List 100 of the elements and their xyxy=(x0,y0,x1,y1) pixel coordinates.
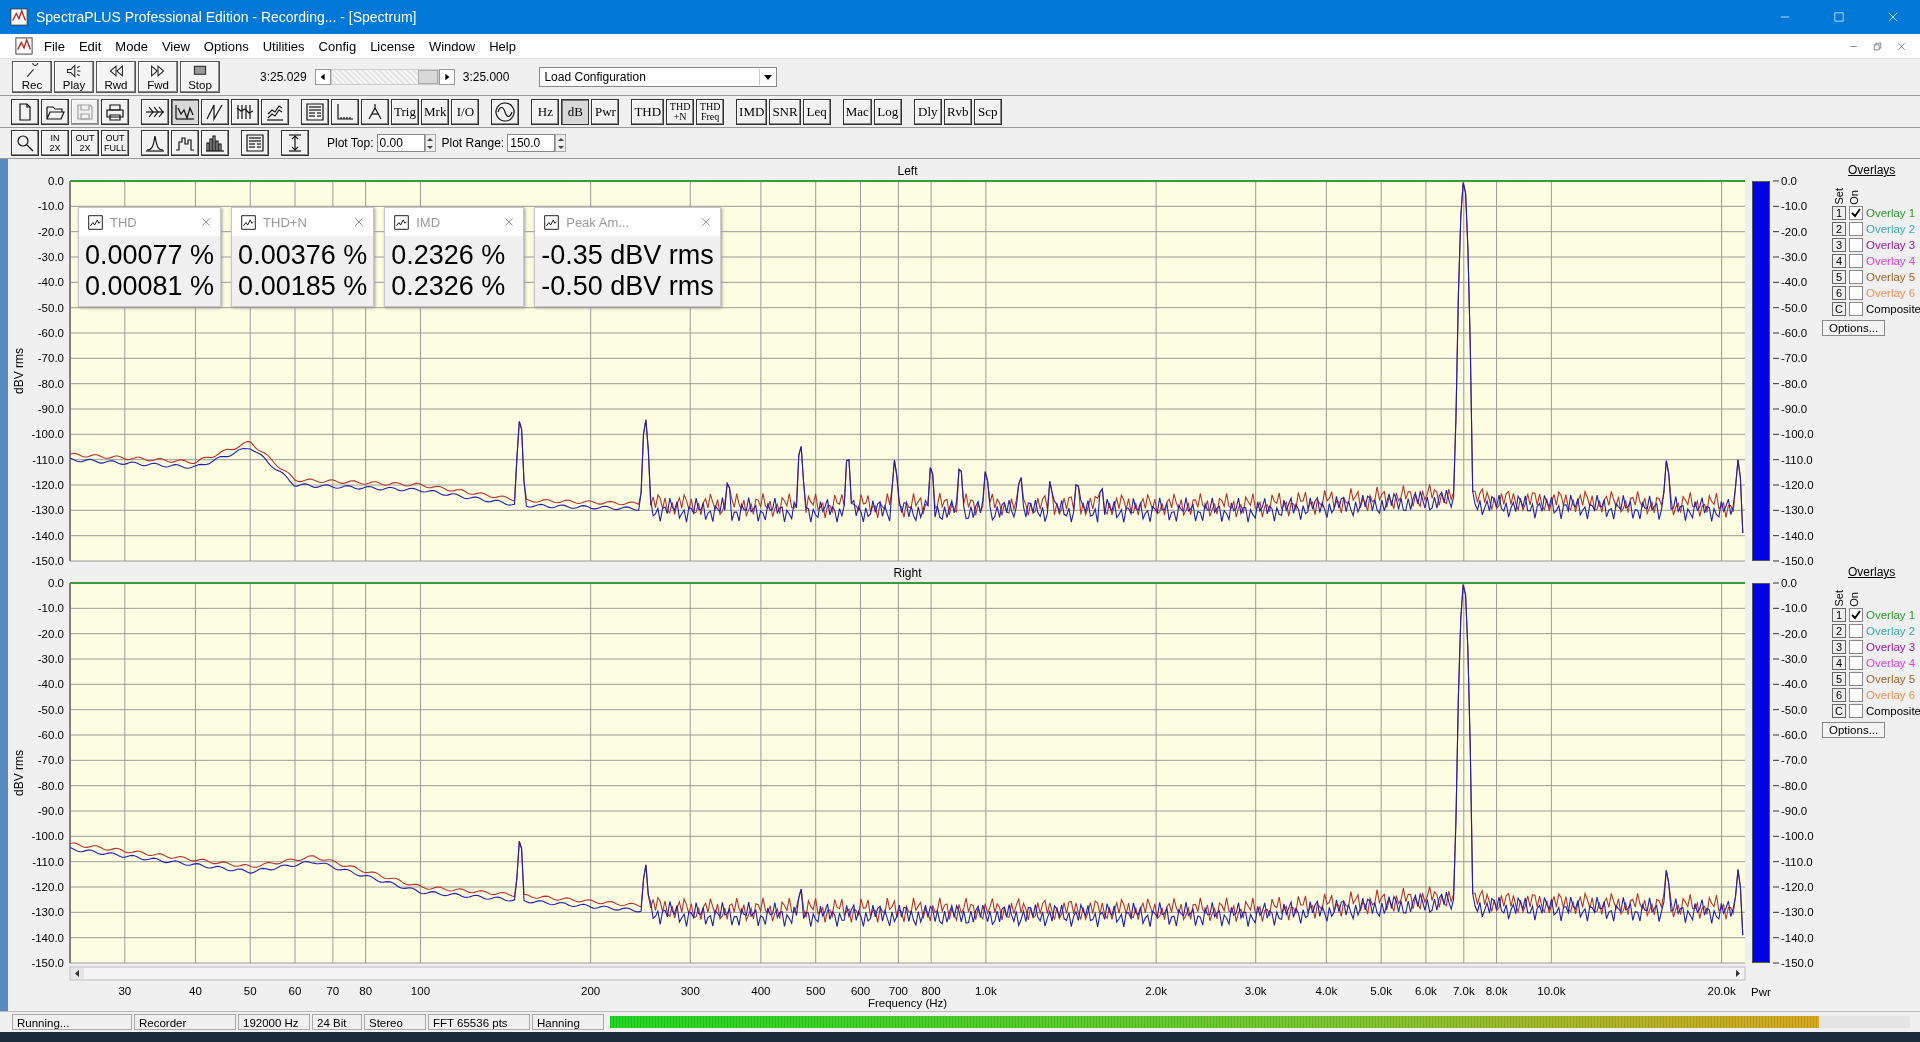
toolbar-button[interactable]: SNR xyxy=(769,98,801,125)
app-logo-icon[interactable] xyxy=(15,37,33,55)
toolbar-button[interactable]: Hz xyxy=(531,98,560,125)
options-button[interactable]: Options... xyxy=(1822,722,1886,738)
set-button[interactable]: C xyxy=(1832,302,1846,316)
toolbar-button[interactable]: OUT FULL xyxy=(101,130,129,156)
set-button[interactable]: 2 xyxy=(1832,624,1846,638)
checkbox[interactable] xyxy=(1849,704,1863,718)
set-button[interactable]: 1 xyxy=(1832,608,1846,622)
transport-button[interactable]: Stop xyxy=(180,61,220,93)
close-icon[interactable] xyxy=(1896,40,1907,52)
toolbar-button[interactable]: IN 2X xyxy=(41,130,69,156)
toolbar-button[interactable] xyxy=(231,98,259,125)
checkbox[interactable] xyxy=(1849,302,1863,316)
spin-buttons[interactable] xyxy=(555,134,567,152)
set-button[interactable]: 3 xyxy=(1832,640,1846,654)
checkbox[interactable] xyxy=(1849,238,1863,252)
toolbar-button[interactable] xyxy=(261,98,289,125)
menu-item[interactable]: Help xyxy=(482,38,523,54)
menu-item[interactable]: Window xyxy=(421,38,483,54)
toolbar-button[interactable] xyxy=(171,130,199,156)
transport-button[interactable]: Rec xyxy=(12,61,52,93)
spin-buttons[interactable] xyxy=(424,134,436,152)
set-button[interactable]: 6 xyxy=(1832,688,1846,702)
toolbar-button[interactable] xyxy=(201,130,229,156)
y-tick-label: -80.0 xyxy=(37,377,64,390)
checkbox[interactable] xyxy=(1849,270,1863,284)
transport-button[interactable]: Play xyxy=(54,61,94,93)
checkbox[interactable] xyxy=(1849,206,1863,220)
scroll-left-button[interactable] xyxy=(314,69,331,85)
menu-item[interactable]: Options xyxy=(196,38,256,54)
scroll-thumb[interactable] xyxy=(417,70,438,84)
set-button[interactable]: C xyxy=(1832,704,1846,718)
set-button[interactable]: 4 xyxy=(1832,254,1846,268)
menu-item[interactable]: Edit xyxy=(71,38,109,54)
toolbar-button[interactable]: Pwr xyxy=(591,98,620,125)
menu-item[interactable]: File xyxy=(37,38,72,54)
toolbar-button[interactable]: I/O xyxy=(451,98,480,125)
close-icon[interactable] xyxy=(503,216,516,228)
toolbar-button[interactable]: THD +N xyxy=(666,98,695,125)
toolbar-button[interactable] xyxy=(41,98,69,125)
restore-icon[interactable] xyxy=(1872,40,1883,52)
checkbox[interactable] xyxy=(1849,222,1863,236)
checkbox[interactable] xyxy=(1849,254,1863,268)
toolbar-button[interactable]: Trig xyxy=(391,98,419,125)
menu-item[interactable]: License xyxy=(363,38,422,54)
checkbox[interactable] xyxy=(1849,672,1863,686)
toolbar-button[interactable] xyxy=(241,130,269,156)
set-button[interactable]: 6 xyxy=(1832,286,1846,300)
transport-button[interactable]: Rwd xyxy=(96,61,136,93)
checkbox[interactable] xyxy=(1849,608,1863,622)
toolbar-button[interactable] xyxy=(201,98,229,125)
toolbar-button[interactable] xyxy=(281,130,309,156)
toolbar-button[interactable]: Dly xyxy=(913,98,942,125)
configuration-dropdown[interactable]: Load Configuration xyxy=(539,67,778,87)
toolbar-button[interactable]: dB xyxy=(561,98,590,125)
checkbox[interactable] xyxy=(1849,640,1863,654)
toolbar-button[interactable] xyxy=(141,130,169,156)
toolbar-button[interactable] xyxy=(101,98,129,125)
toolbar-button[interactable] xyxy=(171,98,199,125)
toolbar-button[interactable]: IMD xyxy=(736,98,768,125)
set-button[interactable]: 5 xyxy=(1832,672,1846,686)
toolbar-button[interactable] xyxy=(11,130,39,156)
toolbar-button[interactable] xyxy=(361,98,389,125)
set-button[interactable]: 5 xyxy=(1832,270,1846,284)
menu-item[interactable]: Config xyxy=(311,38,364,54)
close-icon[interactable] xyxy=(353,216,366,228)
set-button[interactable]: 2 xyxy=(1832,222,1846,236)
toolbar-button[interactable]: THD xyxy=(631,98,665,125)
set-button[interactable]: 3 xyxy=(1832,238,1846,252)
toolbar-button[interactable] xyxy=(301,98,329,125)
toolbar-button[interactable] xyxy=(331,98,359,125)
set-button[interactable]: 1 xyxy=(1832,206,1846,220)
set-button[interactable]: 4 xyxy=(1832,656,1846,670)
toolbar-button[interactable]: Scp xyxy=(973,98,1002,125)
toolbar-button[interactable]: Mac xyxy=(842,98,872,125)
transport-button[interactable]: Fwd xyxy=(138,61,178,93)
toolbar-button[interactable]: Mrk xyxy=(421,98,450,125)
toolbar-button[interactable] xyxy=(11,98,39,125)
toolbar-button[interactable] xyxy=(141,98,169,125)
toolbar-button[interactable]: THD Freq xyxy=(696,98,725,125)
toolbar-button[interactable]: OUT 2X xyxy=(71,130,99,156)
close-icon[interactable] xyxy=(200,216,213,228)
options-button[interactable]: Options... xyxy=(1822,320,1886,336)
plot-top-field[interactable]: 0.00 xyxy=(376,134,425,152)
horizontal-scrollbar[interactable] xyxy=(69,966,1746,981)
menu-item[interactable]: Utilities xyxy=(255,38,312,54)
toolbar-button[interactable] xyxy=(491,98,520,125)
checkbox[interactable] xyxy=(1849,688,1863,702)
plot-range-field[interactable]: 150.0 xyxy=(507,134,556,152)
checkbox[interactable] xyxy=(1849,656,1863,670)
meter-scale-label: -40.0 xyxy=(1781,276,1808,289)
toolbar-button[interactable]: Rvb xyxy=(943,98,972,125)
menu-item[interactable]: Mode xyxy=(108,38,155,54)
checkbox[interactable] xyxy=(1849,624,1863,638)
toolbar-button[interactable]: Leq xyxy=(802,98,831,125)
checkbox[interactable] xyxy=(1849,286,1863,300)
toolbar-button[interactable]: Log xyxy=(873,98,902,125)
close-icon[interactable] xyxy=(699,216,712,228)
menu-item[interactable]: View xyxy=(154,38,197,54)
